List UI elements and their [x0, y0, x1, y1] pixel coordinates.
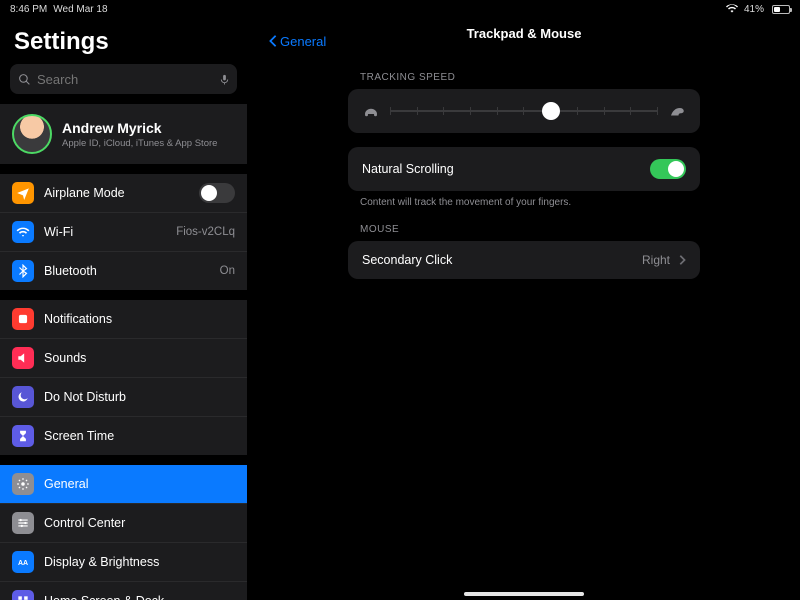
- battery-pct: 41%: [744, 4, 764, 15]
- notifications-icon: [12, 308, 34, 330]
- sidebar-item-label: Bluetooth: [44, 264, 210, 278]
- sidebar-item-airplane[interactable]: Airplane Mode: [0, 174, 247, 212]
- chevron-right-icon: [678, 254, 686, 266]
- mouse-section-label: MOUSE: [360, 224, 700, 235]
- sidebar-item-general[interactable]: General: [0, 465, 247, 503]
- search-icon: [18, 73, 31, 86]
- sidebar-group-connectivity: Airplane Mode Wi-Fi Fios-v2CLq Bluetooth…: [0, 174, 247, 290]
- sliders-icon: [12, 512, 34, 534]
- battery-icon: [770, 5, 790, 14]
- sidebar-group-general: General Control Center AA Display & Brig…: [0, 465, 247, 600]
- sidebar-item-value: On: [220, 265, 235, 277]
- hourglass-icon: [12, 425, 34, 447]
- back-button[interactable]: General: [268, 34, 326, 49]
- wifi-status-icon: [726, 3, 738, 16]
- sidebar-item-label: Notifications: [44, 312, 235, 326]
- chevron-left-icon: [268, 34, 278, 48]
- airplane-toggle[interactable]: [199, 183, 235, 203]
- sidebar-item-value: Fios-v2CLq: [176, 226, 235, 238]
- secondary-click-label: Secondary Click: [362, 253, 452, 267]
- grid-icon: [12, 590, 34, 600]
- sidebar-item-label: Sounds: [44, 351, 235, 365]
- search-field[interactable]: [10, 64, 237, 94]
- bluetooth-icon: [12, 260, 34, 282]
- profile-sub: Apple ID, iCloud, iTunes & App Store: [62, 138, 217, 149]
- sidebar-item-label: Screen Time: [44, 429, 235, 443]
- page-title: Settings: [0, 18, 247, 64]
- sidebar-item-display[interactable]: AA Display & Brightness: [0, 542, 247, 581]
- natural-scrolling-toggle[interactable]: [650, 159, 686, 179]
- natural-scrolling-label: Natural Scrolling: [362, 162, 454, 176]
- sidebar-item-label: Display & Brightness: [44, 555, 235, 569]
- sidebar-item-sounds[interactable]: Sounds: [0, 338, 247, 377]
- sidebar-item-label: Home Screen & Dock: [44, 594, 235, 600]
- tortoise-icon: [362, 104, 380, 118]
- sidebar-item-controlcenter[interactable]: Control Center: [0, 503, 247, 542]
- sidebar-item-dnd[interactable]: Do Not Disturb: [0, 377, 247, 416]
- sidebar-item-label: Do Not Disturb: [44, 390, 235, 404]
- profile-name: Andrew Myrick: [62, 120, 217, 136]
- svg-text:AA: AA: [18, 560, 28, 567]
- secondary-click-value: Right: [642, 253, 670, 267]
- sidebar-item-bluetooth[interactable]: Bluetooth On: [0, 251, 247, 290]
- mic-icon[interactable]: [219, 73, 230, 86]
- back-label: General: [280, 34, 326, 49]
- airplane-icon: [12, 182, 34, 204]
- natural-scrolling-row[interactable]: Natural Scrolling: [348, 147, 700, 191]
- sidebar-item-screentime[interactable]: Screen Time: [0, 416, 247, 455]
- tracking-speed-slider-card: [348, 89, 700, 133]
- apple-id-row[interactable]: Andrew Myrick Apple ID, iCloud, iTunes &…: [0, 104, 247, 164]
- sidebar-group-alerts: Notifications Sounds Do Not Disturb Scre…: [0, 300, 247, 455]
- display-icon: AA: [12, 551, 34, 573]
- settings-sidebar: Settings Andrew Myrick Apple ID, iCloud,: [0, 18, 248, 600]
- sounds-icon: [12, 347, 34, 369]
- hare-icon: [668, 104, 686, 118]
- detail-pane: General Trackpad & Mouse TRACKING SPEED: [248, 18, 800, 600]
- wifi-icon: [12, 221, 34, 243]
- tracking-speed-slider[interactable]: [390, 101, 658, 121]
- status-date: Wed Mar 18: [53, 4, 107, 15]
- sidebar-item-label: Control Center: [44, 516, 235, 530]
- sidebar-item-homescreen[interactable]: Home Screen & Dock: [0, 581, 247, 600]
- status-time: 8:46 PM: [10, 4, 47, 15]
- sidebar-item-label: Airplane Mode: [44, 186, 189, 200]
- moon-icon: [12, 386, 34, 408]
- secondary-click-row[interactable]: Secondary Click Right: [348, 241, 700, 279]
- gear-icon: [12, 473, 34, 495]
- sidebar-item-notifications[interactable]: Notifications: [0, 300, 247, 338]
- sidebar-item-label: General: [44, 477, 235, 491]
- status-bar: 8:46 PM Wed Mar 18 41%: [0, 0, 800, 18]
- sidebar-item-wifi[interactable]: Wi-Fi Fios-v2CLq: [0, 212, 247, 251]
- tracking-speed-label: TRACKING SPEED: [360, 72, 700, 83]
- avatar: [12, 114, 52, 154]
- sidebar-item-label: Wi-Fi: [44, 225, 166, 239]
- home-indicator[interactable]: [464, 592, 584, 596]
- natural-scrolling-note: Content will track the movement of your …: [360, 197, 700, 208]
- search-input[interactable]: [37, 72, 213, 87]
- slider-thumb[interactable]: [542, 102, 560, 120]
